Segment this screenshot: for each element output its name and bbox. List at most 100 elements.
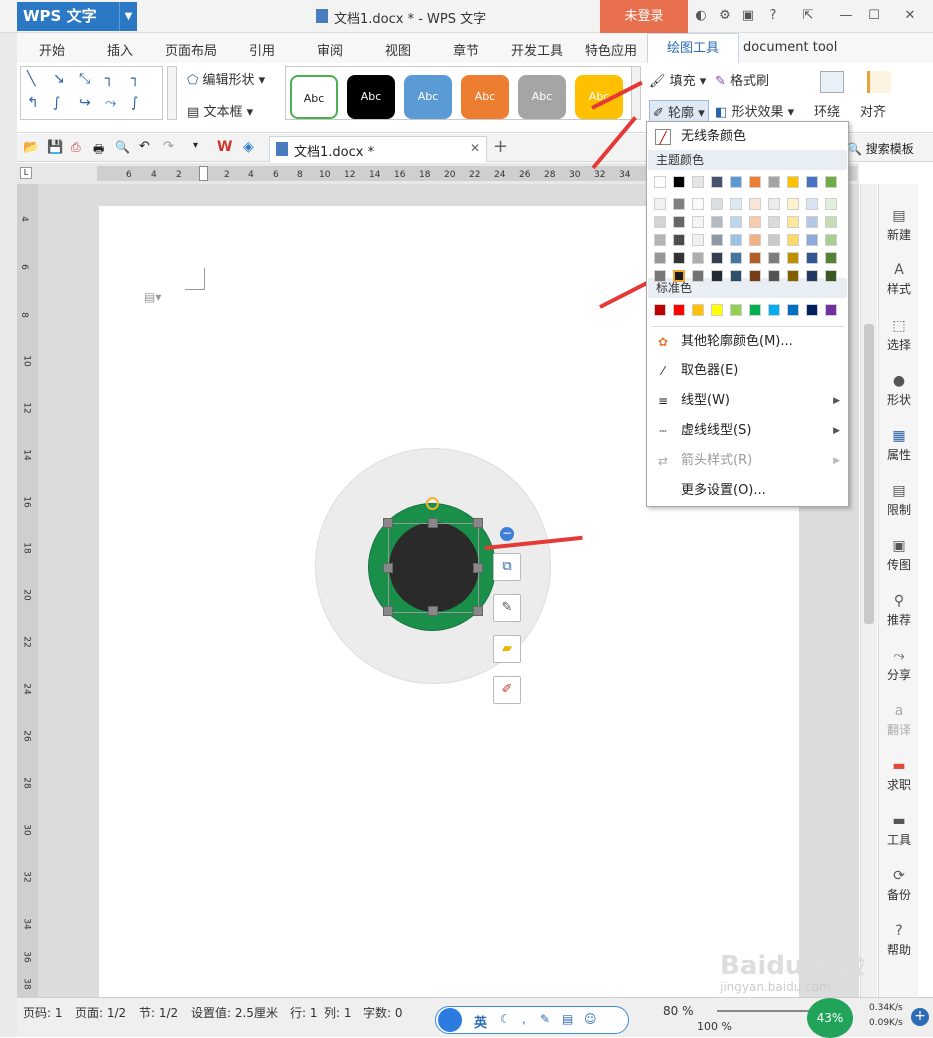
sidebar-properties[interactable]: ▦ 属性: [879, 428, 919, 463]
theme-shade-swatch[interactable]: [825, 198, 837, 210]
resize-handle-top-left[interactable]: [383, 518, 393, 528]
restore-ribbon-icon[interactable]: ⇱: [800, 8, 816, 24]
theme-shade-swatch[interactable]: [730, 252, 742, 264]
redo-icon[interactable]: ↷: [163, 139, 174, 154]
clipboard-icon[interactable]: ▤: [562, 1012, 573, 1026]
theme-shade-swatch[interactable]: [825, 252, 837, 264]
theme-shade-swatch[interactable]: [711, 234, 723, 246]
theme-shade-swatch[interactable]: [806, 234, 818, 246]
theme-shade-swatch[interactable]: [787, 198, 799, 210]
sidebar-tools[interactable]: ▬ 工具: [879, 813, 919, 848]
cloud-icon[interactable]: ▣: [740, 8, 756, 24]
maximize-icon[interactable]: ☐: [866, 8, 882, 24]
theme-shade-swatch[interactable]: [730, 270, 742, 282]
style-gray[interactable]: Abc: [518, 75, 566, 119]
standard-color-swatch[interactable]: [654, 304, 666, 316]
theme-shade-swatch[interactable]: [692, 198, 704, 210]
collapse-toolbar-icon[interactable]: −: [500, 527, 514, 541]
theme-shade-swatch[interactable]: [768, 252, 780, 264]
paragraph-icon[interactable]: ▤▾: [144, 290, 161, 304]
theme-shade-swatch[interactable]: [692, 234, 704, 246]
theme-shade-swatch[interactable]: [654, 216, 666, 228]
help-icon[interactable]: ?: [765, 8, 781, 24]
sidebar-upload-image[interactable]: ▣ 传图: [879, 538, 919, 573]
tab-view[interactable]: 视图: [385, 40, 411, 59]
edit-shape-float-button[interactable]: ✎: [493, 594, 521, 622]
theme-shade-swatch[interactable]: [787, 234, 799, 246]
punctuation-icon[interactable]: ,: [522, 1012, 526, 1026]
standard-color-swatch[interactable]: [768, 304, 780, 316]
gallery-scroll[interactable]: [167, 66, 177, 120]
resize-handle-bottom[interactable]: [428, 606, 438, 616]
print-preview-icon[interactable]: 🔍: [115, 140, 130, 154]
fill-float-button[interactable]: ▰: [493, 635, 521, 663]
line-shape-icon[interactable]: ╲: [27, 71, 35, 87]
tab-page-layout[interactable]: 页面布局: [165, 40, 217, 59]
sidebar-help[interactable]: ? 帮助: [879, 923, 919, 958]
standard-color-swatch[interactable]: [692, 304, 704, 316]
minimize-icon[interactable]: —: [838, 8, 854, 24]
undo-icon[interactable]: ↶: [139, 139, 150, 154]
chevron-down-icon[interactable]: ▼: [119, 2, 137, 31]
standard-color-swatch[interactable]: [749, 304, 761, 316]
style-white[interactable]: Abc: [290, 75, 338, 119]
save-icon[interactable]: 💾: [47, 140, 63, 155]
resize-handle-bottom-right[interactable]: [473, 606, 483, 616]
resize-handle-right[interactable]: [473, 563, 483, 573]
tab-home[interactable]: 开始: [39, 40, 65, 59]
close-icon[interactable]: ✕: [902, 8, 918, 24]
resize-handle-top[interactable]: [428, 518, 438, 528]
skin-icon[interactable]: ◐: [693, 8, 709, 24]
tab-features[interactable]: 特色应用: [585, 40, 637, 59]
document-tab[interactable]: 文档1.docx * ✕: [269, 136, 487, 162]
theme-color-swatch[interactable]: [730, 176, 742, 188]
wrap-button[interactable]: 环绕: [814, 101, 840, 120]
tab-document-tool[interactable]: document tool: [743, 40, 837, 55]
theme-shade-swatch[interactable]: [730, 216, 742, 228]
outline-float-button[interactable]: ✐: [493, 676, 521, 704]
double-arrow-shape-icon[interactable]: ⤡: [79, 71, 90, 87]
sidebar-recommend[interactable]: ⚲ 推荐: [879, 593, 919, 628]
rotate-handle[interactable]: [426, 497, 439, 510]
theme-shade-swatch[interactable]: [730, 198, 742, 210]
indent-marker[interactable]: [199, 166, 208, 181]
outline-button[interactable]: ✐ 轮廓 ▾: [649, 100, 709, 123]
search-template-button[interactable]: 🔍 搜索模板: [847, 140, 914, 157]
sidebar-backup[interactable]: ⟳ 备份: [879, 868, 919, 903]
add-icon[interactable]: +: [911, 1008, 929, 1026]
standard-color-swatch[interactable]: [806, 304, 818, 316]
login-button[interactable]: 未登录: [600, 0, 688, 33]
theme-shade-swatch[interactable]: [673, 198, 685, 210]
print-icon[interactable]: 🖶: [93, 140, 104, 161]
cube-icon[interactable]: ◈: [243, 139, 254, 155]
textbox-button[interactable]: ▤ 文本框 ▾: [187, 101, 253, 120]
theme-color-swatch[interactable]: [692, 176, 704, 188]
edit-shape-button[interactable]: ⬠ 编辑形状 ▾: [187, 69, 265, 88]
selected-shade-swatch[interactable]: [673, 270, 685, 282]
tab-drawing-tools[interactable]: 绘图工具: [647, 33, 739, 63]
theme-shade-swatch[interactable]: [673, 216, 685, 228]
sidebar-shape[interactable]: ● 形状: [879, 373, 919, 408]
theme-color-swatch[interactable]: [825, 176, 837, 188]
curved-arrow-icon[interactable]: ↪: [79, 95, 91, 111]
ime-toolbar[interactable]: 英 ☾ , ✎ ▤ ☺: [435, 1006, 629, 1034]
more-settings-item[interactable]: 更多设置(O)...: [647, 477, 848, 505]
no-line-color-item[interactable]: ╱ 无线条颜色: [647, 123, 848, 151]
theme-shade-swatch[interactable]: [673, 252, 685, 264]
eyedropper-item[interactable]: ⁄ 取色器(E): [647, 357, 848, 385]
theme-shade-swatch[interactable]: [806, 198, 818, 210]
theme-color-swatch[interactable]: [787, 176, 799, 188]
status-zoom[interactable]: 80 %: [663, 1004, 694, 1018]
scroll-thumb[interactable]: [864, 324, 874, 624]
dash-type-item[interactable]: ┄ 虚线线型(S) ▶: [647, 417, 848, 445]
resize-handle-left[interactable]: [383, 563, 393, 573]
wrench-icon[interactable]: ✎: [540, 1012, 550, 1026]
resize-handle-bottom-left[interactable]: [383, 606, 393, 616]
theme-shade-swatch[interactable]: [711, 252, 723, 264]
settings-icon[interactable]: ⚙: [717, 8, 733, 24]
wps-menu-button[interactable]: WPS 文字 ▼: [17, 2, 137, 31]
style-blue[interactable]: Abc: [404, 75, 452, 119]
theme-shade-swatch[interactable]: [692, 252, 704, 264]
moon-icon[interactable]: ☾: [500, 1012, 511, 1026]
theme-shade-swatch[interactable]: [711, 216, 723, 228]
